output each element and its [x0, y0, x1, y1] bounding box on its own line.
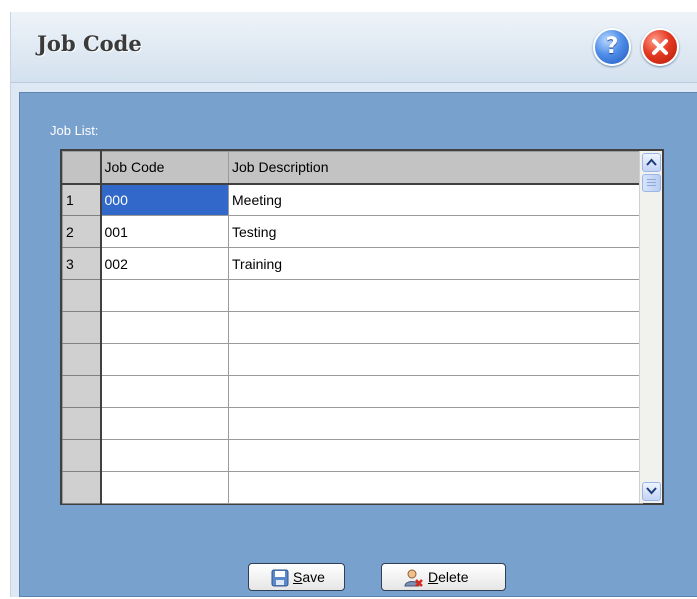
job-code-window: Job Code ? Job List: Job Code Job Descri…	[10, 12, 697, 597]
column-header-job-description[interactable]: Job Description	[228, 151, 643, 185]
job-description-cell[interactable]	[228, 439, 643, 472]
row-header[interactable]	[62, 311, 102, 344]
table-row[interactable]: 3 002 Training	[62, 247, 643, 280]
job-code-cell[interactable]: 001	[100, 215, 229, 248]
empty-row[interactable]	[62, 279, 643, 312]
job-description-cell[interactable]	[228, 343, 643, 376]
save-label: ave	[302, 569, 325, 585]
delete-label: elete	[438, 569, 469, 585]
job-code-cell[interactable]	[100, 439, 229, 472]
job-description-cell[interactable]: Meeting	[228, 183, 643, 216]
empty-row[interactable]	[62, 375, 643, 408]
close-button[interactable]	[641, 28, 679, 66]
table-row[interactable]: 1 000 Meeting	[62, 183, 643, 216]
delete-button[interactable]: Delete	[381, 563, 506, 591]
row-header[interactable]	[62, 279, 102, 312]
job-list-label: Job List:	[50, 123, 99, 138]
job-list-panel: Job List: Job Code Job Description 1 000…	[19, 92, 697, 597]
job-code-cell[interactable]	[100, 375, 229, 408]
empty-row[interactable]	[62, 439, 643, 472]
scroll-down-button[interactable]	[642, 482, 661, 501]
job-description-cell[interactable]: Testing	[228, 215, 643, 248]
empty-row[interactable]	[62, 471, 643, 504]
job-description-cell[interactable]	[228, 311, 643, 344]
vertical-scrollbar[interactable]	[639, 151, 662, 503]
help-button[interactable]: ?	[593, 28, 631, 66]
job-code-cell[interactable]: 000	[100, 183, 229, 216]
scroll-thumb[interactable]	[642, 174, 661, 192]
job-code-cell[interactable]	[100, 471, 229, 504]
job-table: Job Code Job Description 1 000 Meeting 2…	[62, 151, 643, 504]
help-icon: ?	[605, 34, 619, 59]
row-header[interactable]: 1	[62, 183, 102, 216]
job-code-cell[interactable]	[100, 279, 229, 312]
job-description-cell[interactable]	[228, 407, 643, 440]
job-description-cell[interactable]: Training	[228, 247, 643, 280]
job-code-cell[interactable]: 002	[100, 247, 229, 280]
row-header[interactable]	[62, 343, 102, 376]
window-title: Job Code	[37, 31, 142, 56]
chevron-down-icon	[646, 487, 657, 495]
job-description-cell[interactable]	[228, 279, 643, 312]
job-code-cell[interactable]	[100, 407, 229, 440]
delete-label-accesskey: D	[428, 569, 439, 585]
save-button[interactable]: Save	[248, 563, 345, 591]
empty-row[interactable]	[62, 407, 643, 440]
chevron-up-icon	[646, 158, 657, 166]
row-header[interactable]	[62, 407, 102, 440]
job-code-cell[interactable]	[100, 343, 229, 376]
job-code-cell[interactable]	[100, 311, 229, 344]
grid-corner[interactable]	[62, 151, 102, 185]
save-label-accesskey: S	[293, 569, 303, 585]
empty-row[interactable]	[62, 343, 643, 376]
title-bar: Job Code ?	[11, 12, 697, 83]
save-icon	[271, 569, 289, 587]
job-grid[interactable]: Job Code Job Description 1 000 Meeting 2…	[60, 149, 664, 505]
close-icon	[652, 39, 668, 55]
column-header-job-code[interactable]: Job Code	[100, 151, 229, 185]
job-description-cell[interactable]	[228, 471, 643, 504]
row-header[interactable]	[62, 439, 102, 472]
scroll-up-button[interactable]	[642, 153, 661, 172]
row-header[interactable]: 2	[62, 215, 102, 248]
row-header[interactable]: 3	[62, 247, 102, 280]
row-header[interactable]	[62, 375, 102, 408]
delete-user-icon	[404, 569, 423, 587]
job-description-cell[interactable]	[228, 375, 643, 408]
row-header[interactable]	[62, 471, 102, 504]
table-row[interactable]: 2 001 Testing	[62, 215, 643, 248]
header-row: Job Code Job Description	[62, 151, 643, 185]
empty-row[interactable]	[62, 311, 643, 344]
